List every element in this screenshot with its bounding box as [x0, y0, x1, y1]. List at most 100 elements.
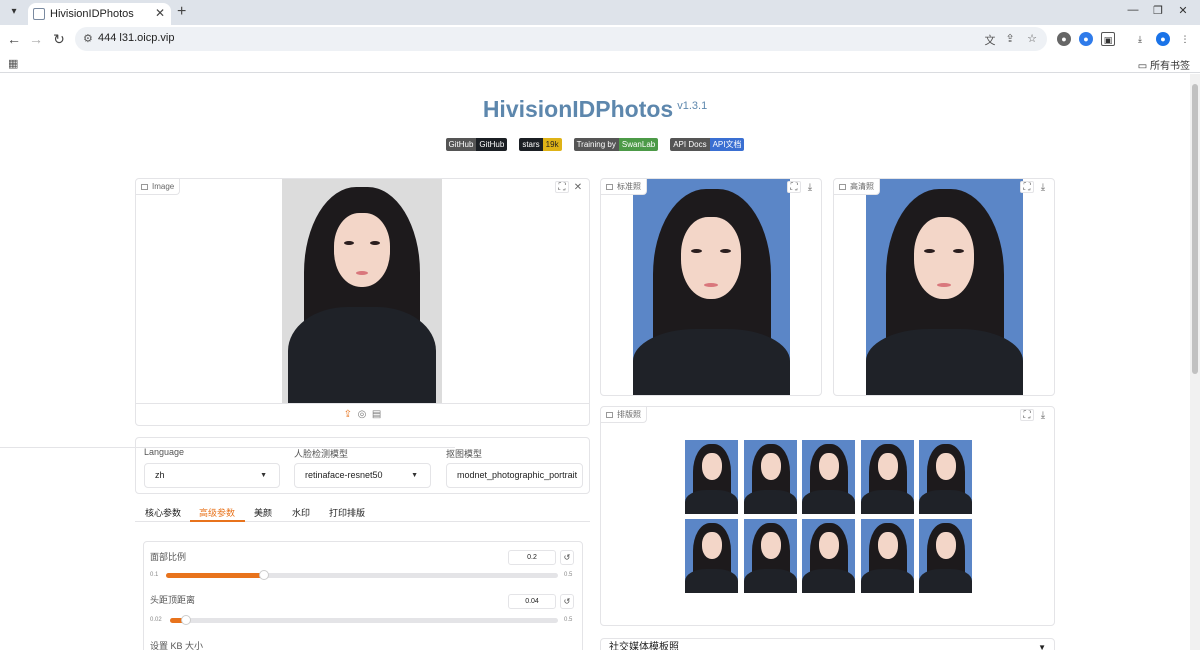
extension-blue-icon[interactable]: ● [1079, 32, 1093, 46]
tab-search-icon[interactable]: ▾ [6, 4, 22, 20]
all-bookmarks-folder[interactable]: ▭ 所有书签 [1138, 57, 1190, 72]
fullscreen-icon[interactable]: ⛶ [787, 181, 801, 193]
fullscreen-icon[interactable]: ⛶ [1020, 409, 1034, 421]
layout-mini-photo [743, 519, 797, 593]
bookmark-star-icon[interactable]: ☆ [1025, 32, 1039, 45]
clear-icon[interactable]: ✕ [571, 182, 585, 194]
apps-grid-icon[interactable]: ▦ [8, 57, 18, 70]
translate-icon[interactable]: 文 [983, 32, 997, 48]
tab-title: HivisionIDPhotos [50, 8, 134, 20]
language-dropdown[interactable]: zh ▼ [144, 463, 280, 488]
page-scrollbar[interactable] [1190, 74, 1200, 650]
tab-watermark[interactable]: 水印 [292, 506, 310, 519]
download-icon[interactable]: ⤓ [1036, 410, 1050, 422]
slider-thumb[interactable] [181, 615, 191, 625]
webcam-icon[interactable]: ◎ [358, 409, 367, 420]
upload-bar: ⇪ ◎ ▤ [136, 403, 589, 425]
settings-tabs: 核心参数 高级参数 美颜 水印 打印排版 [135, 502, 590, 522]
layout-sheet [667, 440, 993, 594]
layout-photo-label: 排版照 [601, 407, 647, 423]
matting-model-label: 抠图模型 [446, 449, 483, 459]
hd-photo-label: 高清照 [834, 179, 880, 195]
scrollbar-thumb[interactable] [1192, 84, 1198, 374]
standard-photo-panel: 标准照 ⛶ ⤓ [600, 178, 822, 396]
fullscreen-icon[interactable]: ⛶ [555, 181, 569, 193]
url-text: 444 l31.oicp.vip [98, 32, 175, 44]
api-docs-badge[interactable]: API Docs API文档 [670, 138, 745, 151]
profile-avatar-icon[interactable]: ● [1156, 32, 1170, 46]
head-top-min: 0.02 [150, 617, 162, 623]
active-tab-indicator [190, 520, 245, 522]
image-panel-buttons: ⛶ ✕ [553, 181, 585, 194]
puzzle-icon[interactable]: ▣ [1101, 32, 1115, 46]
menu-icon[interactable]: ⋮ [1178, 32, 1192, 46]
address-bar[interactable]: ⚙ 444 l31.oicp.vip 文 ⇪ ☆ [75, 27, 1047, 51]
reload-icon[interactable]: ↻ [51, 31, 67, 47]
minimize-icon[interactable]: — [1125, 4, 1141, 16]
hd-photo [866, 179, 1023, 395]
github-badge[interactable]: GitHub GitHub [445, 138, 508, 151]
language-label: Language [144, 447, 185, 457]
fullscreen-icon[interactable]: ⛶ [1020, 181, 1034, 193]
hd-photo-panel: 高清照 ⛶ ⤓ [833, 178, 1055, 396]
swanlab-badge[interactable]: Training by SwanLab [573, 138, 659, 151]
reset-icon[interactable]: ↺ [560, 550, 574, 565]
tab-print-layout[interactable]: 打印排版 [329, 506, 365, 519]
face-ratio-slider[interactable] [166, 570, 558, 580]
share-icon[interactable]: ⇪ [1003, 32, 1017, 45]
head-top-max: 0.5 [564, 617, 573, 623]
close-window-icon[interactable]: ✕ [1175, 4, 1191, 17]
download-icon[interactable]: ⤓ [1036, 182, 1050, 194]
image-icon [839, 184, 846, 190]
layout-mini-photo [743, 440, 797, 514]
face-ratio-input[interactable]: 0.2 [508, 550, 556, 565]
chevron-down-icon: ▼ [260, 472, 267, 479]
tab-advanced-params[interactable]: 高级参数 [199, 506, 235, 519]
layout-mini-photo [685, 440, 738, 514]
layout-mini-photo [919, 440, 972, 514]
browser-tab[interactable]: HivisionIDPhotos ✕ [28, 3, 171, 25]
upload-icon[interactable]: ⇪ [344, 409, 352, 420]
layout-mini-photo [685, 519, 738, 593]
forward-icon[interactable]: → [28, 31, 44, 47]
stars-badge[interactable]: stars 19k [519, 138, 562, 151]
new-tab-icon[interactable]: + [177, 3, 186, 21]
reset-icon[interactable]: ↺ [560, 594, 574, 609]
folder-icon: ▭ [1137, 61, 1150, 72]
layout-photo-panel: 排版照 ⛶ ⤓ [600, 406, 1055, 626]
page-content: HivisionIDPhotos v1.3.1 GitHub GitHub star… [0, 74, 1190, 650]
site-info-icon[interactable]: ⚙ [83, 32, 93, 45]
input-photo [282, 179, 442, 403]
standard-photo-label: 标准照 [601, 179, 647, 195]
head-top-input[interactable]: 0.04 [508, 594, 556, 609]
matting-model-dropdown[interactable]: modnet_photographic_portrait [446, 463, 583, 488]
face-model-dropdown[interactable]: retinaface-resnet50 ▼ [294, 463, 431, 488]
layout-mini-photo [860, 440, 914, 514]
head-top-slider[interactable] [170, 615, 558, 625]
standard-photo [633, 179, 790, 395]
download-icon[interactable]: ⤓ [803, 182, 817, 194]
clipboard-icon[interactable]: ▤ [372, 409, 381, 420]
chevron-down-icon: ▼ [411, 472, 418, 479]
advanced-params-panel: 面部比例 0.2 ↺ 0.1 0.5 头距顶距离 0.04 ↺ 0.02 0.5… [143, 541, 583, 650]
settings-tabs [0, 428, 455, 448]
kb-size-label: 设置 KB 大小 [150, 641, 204, 650]
social-media-template-accordion[interactable]: 社交媒体模板照 ▼ [600, 638, 1055, 650]
image-icon [606, 412, 613, 418]
extension-icon[interactable]: ● [1057, 32, 1071, 46]
download-icon[interactable]: ⤓ [1133, 32, 1147, 46]
image-icon [141, 184, 148, 190]
input-image-panel[interactable]: Image ⛶ ✕ ⇪ ◎ ▤ [135, 178, 590, 426]
layout-mini-photo [802, 440, 855, 514]
head-top-label: 头距顶距离 [150, 595, 196, 605]
layout-mini-photo [919, 519, 972, 593]
back-icon[interactable]: ← [6, 31, 22, 47]
badges-row: GitHub GitHub stars 19k Training by SwanLab… [0, 138, 1190, 151]
app-version: v1.3.1 [677, 100, 708, 112]
tab-beauty[interactable]: 美颜 [254, 506, 272, 519]
face-model-label: 人脸检测模型 [294, 449, 349, 459]
restore-icon[interactable]: ❐ [1150, 4, 1166, 17]
close-tab-icon[interactable]: ✕ [155, 6, 165, 20]
tab-core-params[interactable]: 核心参数 [145, 506, 181, 519]
slider-thumb[interactable] [259, 570, 269, 580]
